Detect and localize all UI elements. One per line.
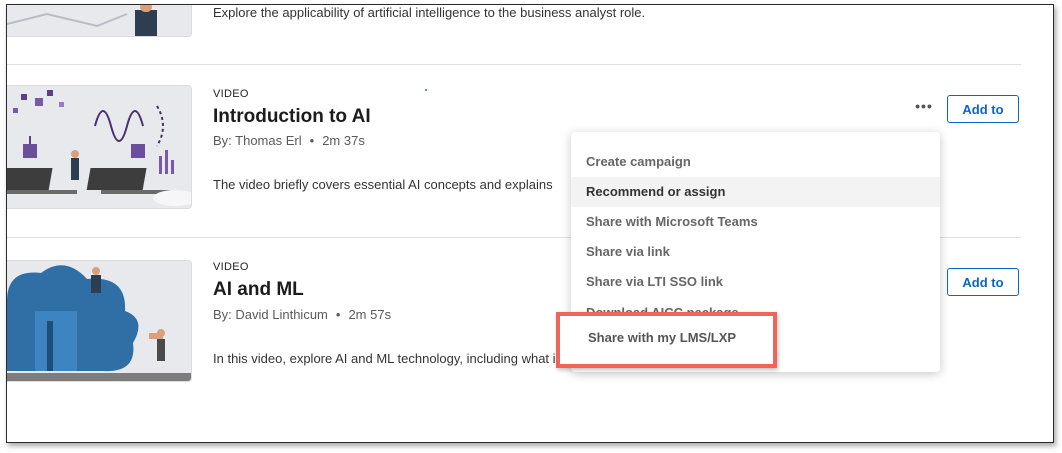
menu-item-share-via-lti-sso-link[interactable]: Share via LTI SSO link [571, 267, 940, 297]
item-2-author: By: David Linthicum [213, 307, 328, 322]
menu-item-share-microsoft-teams[interactable]: Share with Microsoft Teams [571, 207, 940, 237]
item-1-add-to-button[interactable]: Add to [947, 95, 1019, 123]
item-1-duration: 2m 37s [322, 133, 365, 148]
menu-item-create-campaign[interactable]: Create campaign [571, 147, 940, 177]
item-1-author: By: Thomas Erl [213, 133, 302, 148]
item-1-description: The video briefly covers essential AI co… [213, 177, 553, 192]
screenshot-frame: Explore the applicability of artificial … [6, 4, 1054, 443]
item-2-title[interactable]: AI and ML [213, 279, 304, 301]
menu-item-share-via-link[interactable]: Share via link [571, 237, 940, 267]
more-horizontal-icon: ••• [915, 98, 933, 114]
item-1-title[interactable]: Introduction to AI [213, 106, 371, 128]
more-options-button[interactable]: ••• [911, 98, 937, 118]
top-item-description: Explore the applicability of artificial … [213, 5, 646, 20]
item-2-add-to-button[interactable]: Add to [947, 268, 1019, 296]
stray-dot [425, 89, 427, 91]
menu-item-recommend-or-assign[interactable]: Recommend or assign [571, 177, 940, 207]
item-1-type: VIDEO [213, 88, 249, 100]
item-1-meta: By: Thomas Erl • 2m 37s [213, 133, 365, 148]
item-2-meta: By: David Linthicum • 2m 57s [213, 307, 391, 322]
item-2-type: VIDEO [213, 261, 249, 273]
item-2-description: In this video, explore AI and ML technol… [213, 351, 556, 366]
top-item-thumbnail[interactable] [7, 5, 192, 37]
item-1-thumbnail[interactable] [7, 85, 192, 209]
divider [7, 64, 1021, 65]
menu-item-share-with-lms-lxp[interactable]: Share with my LMS/LXP [588, 330, 736, 345]
highlight-annotation: Share with my LMS/LXP [556, 312, 777, 368]
item-2-duration: 2m 57s [348, 307, 392, 322]
meta-separator: • [335, 307, 341, 322]
item-2-thumbnail[interactable] [7, 260, 192, 382]
meta-separator: • [309, 133, 315, 148]
